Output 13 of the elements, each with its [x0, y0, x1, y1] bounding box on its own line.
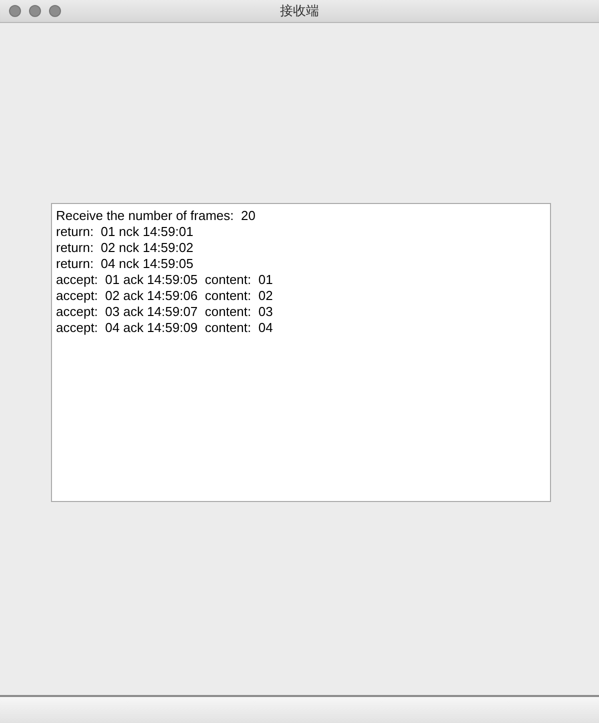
- log-text-area[interactable]: [51, 203, 551, 502]
- log-line: accept: 04 ack 14:59:09 content: 04: [56, 320, 274, 336]
- log-line: return: 04 nck 14:59:05: [56, 256, 194, 272]
- log-line: Receive the number of frames: 20: [56, 208, 256, 224]
- log-line: accept: 02 ack 14:59:06 content: 02: [56, 288, 274, 304]
- window-title: 接收端: [280, 3, 319, 20]
- zoom-button[interactable]: [49, 5, 61, 17]
- log-line: accept: 03 ack 14:59:07 content: 03: [56, 304, 274, 320]
- log-line: return: 01 nck 14:59:01: [56, 224, 194, 240]
- close-button[interactable]: [9, 5, 21, 17]
- minimize-button[interactable]: [29, 5, 41, 17]
- log-line: accept: 01 ack 14:59:05 content: 01: [56, 272, 274, 288]
- log-line: return: 02 nck 14:59:02: [56, 240, 194, 256]
